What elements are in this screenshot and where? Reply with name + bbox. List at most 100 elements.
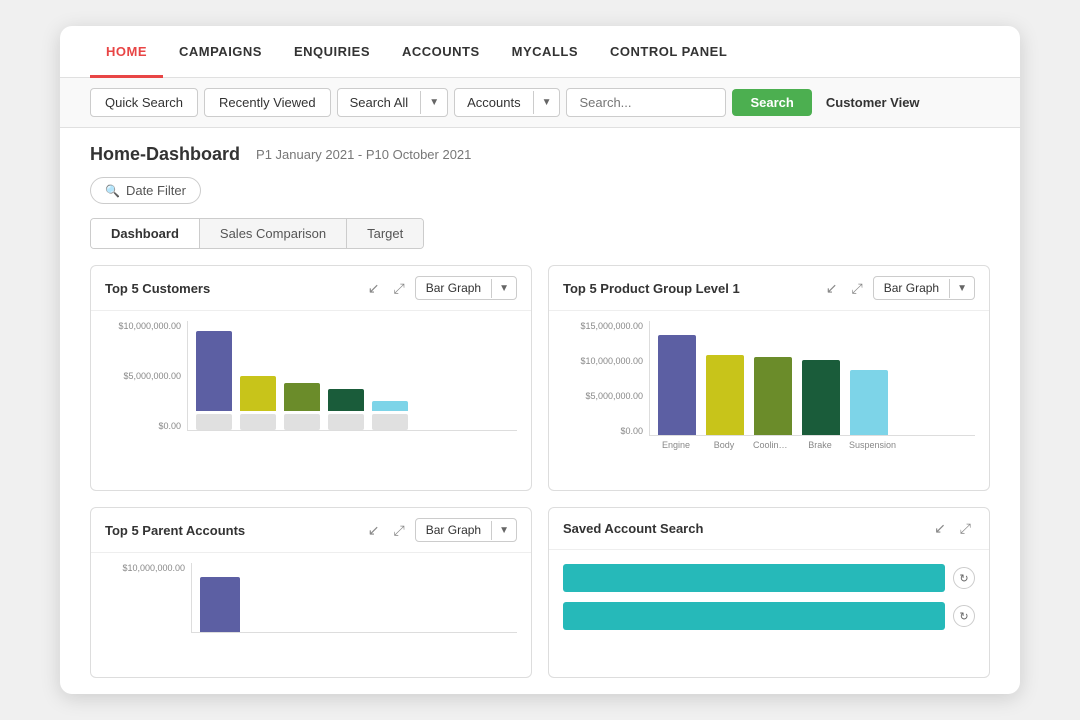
pg-x-label-2: Body [705, 440, 743, 450]
bar-label-3 [284, 414, 320, 430]
saved-account-expand[interactable]: ⤢ [956, 518, 975, 539]
nav-bar: HOMECAMPAIGNSENQUIRIESACCOUNTSMYCALLSCON… [60, 26, 1020, 78]
search-all-caret[interactable]: ▼ [420, 91, 447, 114]
pg-x-label-5: Suspension [849, 440, 887, 450]
top-customers-chart-caret[interactable]: ▼ [491, 279, 516, 298]
top-customers-body: $10,000,000.00 $5,000,000.00 $0.00 [91, 311, 531, 475]
bar-group-2 [240, 376, 276, 430]
top-parent-expand[interactable]: ⤢ [390, 520, 409, 541]
pg-bar-1 [658, 335, 696, 435]
pg-bar-4 [802, 360, 840, 435]
nav-item-control-panel[interactable]: CONTROL PANEL [594, 26, 743, 78]
accounts-caret[interactable]: ▼ [533, 91, 560, 114]
pg-y-label-2: $10,000,000.00 [580, 356, 643, 366]
top-parent-download[interactable]: ↙ [364, 520, 384, 541]
top-parent-card: Top 5 Parent Accounts ↙ ⤢ Bar Graph ▼ $1… [90, 507, 532, 678]
bar-3 [284, 383, 320, 411]
saved-account-title: Saved Account Search [563, 521, 703, 536]
top-parent-bars [191, 563, 517, 633]
pg-bar-group-3 [754, 357, 792, 435]
top-customers-chart-type-label: Bar Graph [416, 277, 491, 299]
y-label-3: $0.00 [158, 421, 181, 431]
saved-account-controls: ↙ ⤢ [930, 518, 975, 539]
dot-decoration [60, 86, 64, 346]
top-customers-download[interactable]: ↙ [364, 278, 384, 299]
bar-label-1 [196, 414, 232, 430]
recently-viewed-button[interactable]: Recently Viewed [204, 88, 331, 117]
tab-sales-comparison[interactable]: Sales Comparison [200, 219, 347, 248]
date-filter-button[interactable]: 🔍 Date Filter [90, 177, 201, 204]
y-label-1: $10,000,000.00 [118, 321, 181, 331]
main-container: HOMECAMPAIGNSENQUIRIESACCOUNTSMYCALLSCON… [60, 26, 1020, 694]
saved-search-item-1: ↻ [563, 564, 975, 592]
top-customers-expand[interactable]: ⤢ [390, 278, 409, 299]
nav-item-campaigns[interactable]: CAMPAIGNS [163, 26, 278, 78]
top-product-chart-caret[interactable]: ▼ [949, 279, 974, 298]
top-customers-bars [187, 321, 517, 431]
saved-account-download[interactable]: ↙ [930, 518, 950, 539]
tab-target[interactable]: Target [347, 219, 423, 248]
bar-label-4 [328, 414, 364, 430]
top-customers-title: Top 5 Customers [105, 281, 210, 296]
search-all-dropdown: Search All ▼ [337, 88, 448, 117]
top-product-x-labels: Engine Body Cooling an... Brake Suspensi… [649, 436, 975, 450]
top-parent-body: $10,000,000.00 [91, 553, 531, 677]
bar-5 [372, 401, 408, 411]
pg-y-label-3: $5,000,000.00 [585, 391, 643, 401]
bar-1 [196, 331, 232, 411]
quick-search-button[interactable]: Quick Search [90, 88, 198, 117]
saved-search-item-2: ↻ [563, 602, 975, 630]
bar-4 [328, 389, 364, 411]
pg-bar-group-2 [706, 355, 744, 435]
top-product-expand[interactable]: ⤢ [848, 278, 867, 299]
top-product-bars [649, 321, 975, 436]
top-product-download[interactable]: ↙ [822, 278, 842, 299]
pg-x-label-3: Cooling an... [753, 440, 791, 450]
saved-search-body: ↻ ↻ [549, 550, 989, 644]
pg-bar-3 [754, 357, 792, 435]
bar-group-4 [328, 389, 364, 430]
page-header: Home-Dashboard P1 January 2021 - P10 Oct… [90, 144, 990, 165]
saved-search-bar-1 [563, 564, 945, 592]
search-button[interactable]: Search [732, 89, 811, 116]
bar-group-3 [284, 383, 320, 430]
page-content: Home-Dashboard P1 January 2021 - P10 Oct… [60, 128, 1020, 694]
saved-search-refresh-1[interactable]: ↻ [953, 567, 975, 589]
pa-y-label-1: $10,000,000.00 [122, 563, 185, 573]
tab-dashboard[interactable]: Dashboard [91, 219, 200, 248]
top-customers-controls: ↙ ⤢ Bar Graph ▼ [364, 276, 517, 300]
pg-bar-group-5 [850, 370, 888, 435]
search-bar: Quick Search Recently Viewed Search All … [60, 78, 1020, 128]
pg-x-label-1: Engine [657, 440, 695, 450]
top-product-body: $15,000,000.00 $10,000,000.00 $5,000,000… [549, 311, 989, 490]
pg-bar-group-1 [658, 335, 696, 435]
accounts-dropdown: Accounts ▼ [454, 88, 560, 117]
top-parent-chart-type-label: Bar Graph [416, 519, 491, 541]
search-all-label: Search All [338, 89, 421, 116]
top-product-header: Top 5 Product Group Level 1 ↙ ⤢ Bar Grap… [549, 266, 989, 311]
top-parent-chart-caret[interactable]: ▼ [491, 521, 516, 540]
top-product-title: Top 5 Product Group Level 1 [563, 281, 740, 296]
saved-search-bar-2 [563, 602, 945, 630]
bar-label-5 [372, 414, 408, 430]
nav-item-home[interactable]: HOME [90, 26, 163, 78]
search-input[interactable] [566, 88, 726, 117]
nav-item-mycalls[interactable]: MYCALLS [496, 26, 594, 78]
search-icon: 🔍 [105, 184, 120, 198]
pg-bar-group-4 [802, 360, 840, 435]
nav-item-accounts[interactable]: ACCOUNTS [386, 26, 496, 78]
top-product-chart-type: Bar Graph ▼ [873, 276, 975, 300]
top-product-controls: ↙ ⤢ Bar Graph ▼ [822, 276, 975, 300]
top-product-chart-type-label: Bar Graph [874, 277, 949, 299]
bar-group-5 [372, 401, 408, 430]
saved-search-refresh-2[interactable]: ↻ [953, 605, 975, 627]
nav-item-enquiries[interactable]: ENQUIRIES [278, 26, 386, 78]
pg-y-label-1: $15,000,000.00 [580, 321, 643, 331]
customer-view-button[interactable]: Customer View [818, 89, 928, 116]
pg-x-label-4: Brake [801, 440, 839, 450]
pg-bar-2 [706, 355, 744, 435]
saved-account-search-card: Saved Account Search ↙ ⤢ ↻ ↻ [548, 507, 990, 678]
top-parent-controls: ↙ ⤢ Bar Graph ▼ [364, 518, 517, 542]
date-filter-label: Date Filter [126, 183, 186, 198]
top-product-card: Top 5 Product Group Level 1 ↙ ⤢ Bar Grap… [548, 265, 990, 491]
